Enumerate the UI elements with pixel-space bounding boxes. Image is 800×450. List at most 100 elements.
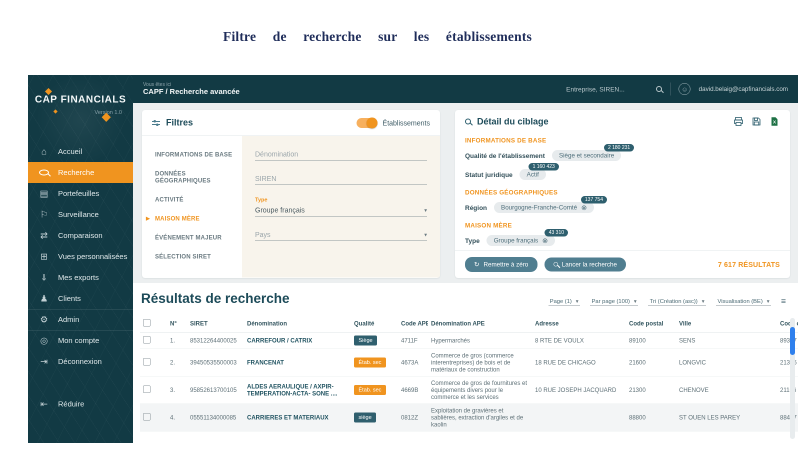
- establishments-toggle[interactable]: [357, 118, 378, 128]
- filter-section-item[interactable]: MAISON MÈRE: [142, 209, 242, 228]
- count-badge: 43 310: [545, 229, 568, 237]
- sidebar-item[interactable]: ⇓ Mes exports: [28, 267, 133, 288]
- svg-text:X: X: [773, 120, 776, 125]
- qualite-badge: siège: [354, 413, 376, 423]
- siren-input[interactable]: [255, 173, 427, 186]
- row-checkbox[interactable]: [143, 386, 151, 394]
- criterion-chip[interactable]: Actif ⊗ 1 160 423: [520, 169, 546, 180]
- launch-search-button[interactable]: Lancer la recherche: [544, 257, 626, 271]
- count-badge: 1 160 423: [529, 163, 559, 171]
- table-row[interactable]: 3. 95852613700105 ALDES AERAULIQUE / AXP…: [140, 376, 798, 404]
- cell-adresse: 18 RUE DE CHICAGO: [532, 349, 626, 377]
- content: Filtres Établissements INFORMATIONS DE B…: [133, 103, 798, 443]
- global-search: [566, 85, 662, 93]
- sidebar-collapse-button[interactable]: ⇤ Réduire: [28, 394, 133, 414]
- row-checkbox[interactable]: [143, 336, 151, 344]
- remove-icon[interactable]: ⊗: [581, 204, 587, 211]
- filter-section-label: SÉLECTION SIRET: [155, 253, 211, 260]
- sidebar-item[interactable]: Recherche: [28, 162, 133, 183]
- cell-adresse: 8 RTE DE VOULX: [532, 332, 626, 349]
- filter-section-item[interactable]: INFORMATIONS DE BASE: [142, 145, 242, 164]
- qualite-badge: Étab. sec: [354, 385, 386, 395]
- table-row[interactable]: 4. 05551134000085 CARRIERES ET MATERIAUX…: [140, 404, 798, 432]
- search-icon[interactable]: [656, 86, 662, 92]
- sidebar-item-label: Portefeuilles: [58, 189, 99, 198]
- select-all-checkbox[interactable]: [143, 319, 151, 327]
- sidebar-item[interactable]: ⇥ Déconnexion: [28, 351, 133, 372]
- scrollbar-thumb[interactable]: [790, 327, 795, 355]
- cell-adresse: 10 RUE JOSEPH JACQUARD: [532, 376, 626, 404]
- criterion-chip[interactable]: Bourgogne-Franche-Comté ⊗ 137 754: [494, 202, 594, 213]
- results-control-dropdown[interactable]: Page (1) ▾: [548, 297, 580, 306]
- count-badge: 2 180 231: [604, 144, 634, 152]
- criterion-chip[interactable]: Groupe français ⊗ 43 310: [487, 235, 555, 246]
- siren-field-wrap: [255, 173, 427, 186]
- results-title: Résultats de recherche: [141, 291, 290, 307]
- pays-select[interactable]: Pays ▾: [255, 229, 427, 242]
- chevron-down-icon: ▾: [767, 298, 770, 305]
- sidebar-item-label: Recherche: [58, 168, 94, 177]
- criterion-chip[interactable]: Siège et secondaire ⊗ 2 180 231: [552, 150, 621, 161]
- sidebar-item[interactable]: ⚐ Surveillance: [28, 204, 133, 225]
- cell-code-ape: 4669B: [398, 376, 428, 404]
- row-checkbox[interactable]: [143, 413, 151, 421]
- cell-denomination: ALDES AERAULIQUE / AXPIR-TEMPERATION-ACT…: [244, 376, 351, 404]
- global-search-input[interactable]: [566, 85, 651, 93]
- sidebar-item[interactable]: ⇄ Comparaison: [28, 225, 133, 246]
- collapse-icon: ⇤: [39, 399, 49, 410]
- filter-section-item[interactable]: ÉVÉNEMENT MAJEUR: [142, 228, 242, 247]
- detail-header: Détail du ciblage X: [455, 110, 790, 133]
- search-icon: [553, 262, 558, 267]
- reset-button[interactable]: ↻ Remettre à zéro: [465, 257, 537, 272]
- chevron-down-icon: ▾: [424, 207, 427, 214]
- columns-menu-icon[interactable]: ≡: [781, 297, 786, 307]
- results-control-dropdown[interactable]: Tri (Création (asc)) ▾: [648, 297, 706, 306]
- filter-section-label: INFORMATIONS DE BASE: [155, 151, 232, 158]
- user-email: david.belaig@capfinancials.com: [699, 86, 788, 93]
- sidebar-item[interactable]: ♟ Clients: [28, 288, 133, 309]
- table-row[interactable]: 2. 39450535500003 FRANCENAT Étab. sec 46…: [140, 349, 798, 377]
- qualite-badge: Siège: [354, 336, 377, 346]
- results-table: N° SIRET Dénomination Qualité Code APE D…: [140, 315, 798, 432]
- control-label: Par page (100): [592, 298, 630, 304]
- filter-section-label: ÉVÉNEMENT MAJEUR: [155, 234, 222, 241]
- sidebar-item[interactable]: ⚙ Admin: [28, 309, 133, 330]
- col-num: N°: [167, 315, 187, 332]
- cell-ville: ST OUEN LES PAREY: [676, 404, 777, 432]
- cell-siret: 95852613700105: [187, 376, 244, 404]
- type-field-wrap: Type Groupe français ▾: [255, 197, 427, 217]
- results-control-dropdown[interactable]: Par page (100) ▾: [590, 297, 638, 306]
- sidebar-item[interactable]: ⊞ Vues personnalisées: [28, 246, 133, 267]
- excel-export-icon[interactable]: X: [769, 116, 780, 127]
- launch-search-label: Lancer la recherche: [562, 261, 617, 268]
- sidebar-item[interactable]: ▤ Portefeuilles: [28, 183, 133, 204]
- save-icon[interactable]: [751, 116, 762, 127]
- results-control-dropdown[interactable]: Visualisation (BE) ▾: [716, 297, 771, 306]
- filter-section-item[interactable]: ACTIVITÉ: [142, 190, 242, 209]
- printer-icon[interactable]: [733, 116, 744, 127]
- criterion-label: Type: [465, 237, 480, 245]
- remove-icon[interactable]: ⊗: [542, 237, 548, 244]
- avatar[interactable]: ☺: [679, 83, 691, 95]
- topbar: Vous êtes ici CAPF / Recherche avancée ☺…: [133, 75, 798, 103]
- sidebar-item-label: Accueil: [58, 147, 82, 156]
- vertical-scrollbar[interactable]: [790, 318, 795, 439]
- denomination-input[interactable]: [255, 148, 427, 161]
- sidebar-item[interactable]: ◎ Mon compte: [28, 330, 133, 351]
- sidebar-item[interactable]: ⌂ Accueil: [28, 141, 133, 162]
- cell-num: 2.: [167, 349, 187, 377]
- cell-ville: CHENOVE: [676, 376, 777, 404]
- app-version: Version 1.0: [28, 110, 133, 116]
- detail-criterion-row: Type Groupe français ⊗ 43 310: [455, 232, 790, 251]
- type-select[interactable]: Groupe français ▾: [255, 204, 427, 217]
- chip-value: Siège et secondaire: [559, 152, 614, 159]
- filter-section-item[interactable]: SÉLECTION SIRET: [142, 247, 242, 266]
- chevron-down-icon: ▾: [424, 231, 427, 238]
- row-checkbox[interactable]: [143, 358, 151, 366]
- filter-section-item[interactable]: DONNÉES GÉOGRAPHIQUES: [142, 164, 242, 190]
- type-select-value: Groupe français: [255, 206, 305, 214]
- cell-denomination: FRANCENAT: [244, 349, 351, 377]
- table-row[interactable]: 1. 85312264400025 CARREFOUR / CATRIX Siè…: [140, 332, 798, 349]
- col-code-postal: Code postal: [626, 315, 676, 332]
- filters-body: INFORMATIONS DE BASE DONNÉES GÉOGRAPHIQU…: [142, 136, 440, 278]
